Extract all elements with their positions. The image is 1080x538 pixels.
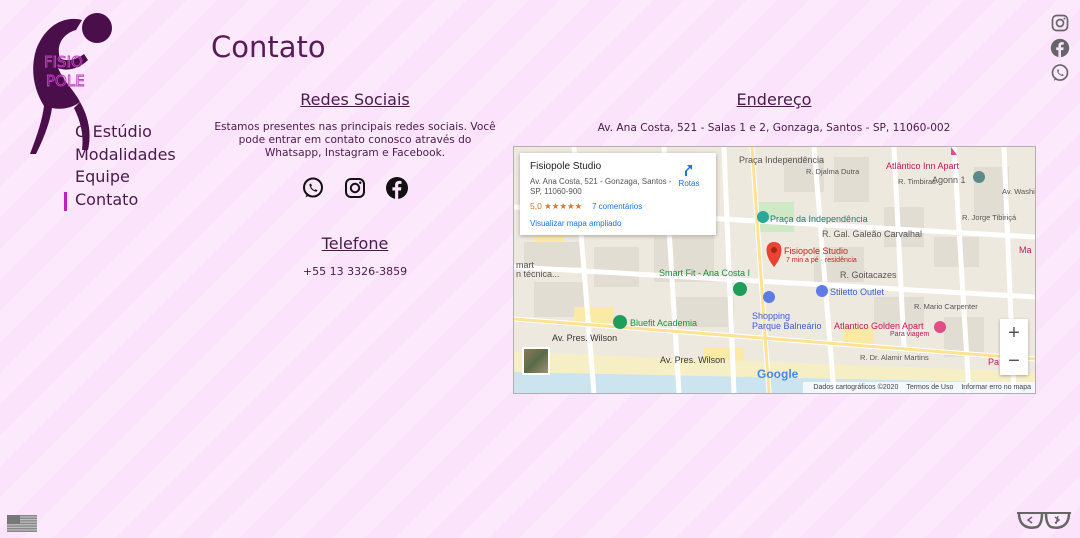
developer-glasses-icon[interactable] [1015, 509, 1073, 533]
map-label: R. Dr. Alamir Martins [860, 353, 929, 362]
page-title: Contato [211, 30, 326, 64]
directions-icon [685, 165, 692, 176]
place-address: Av. Ana Costa, 521 - Gonzaga, Santos - S… [530, 177, 672, 196]
routes-label: Rotas [678, 179, 700, 188]
corner-social-icons [1050, 13, 1070, 88]
map-terms-link[interactable]: Termos de Uso [906, 384, 953, 391]
svg-text:POLE: POLE [46, 72, 85, 90]
map-label: Ma [1019, 245, 1032, 255]
zoom-out-button[interactable]: − [1000, 347, 1028, 375]
place-rating: 5,0 ★★★★★ [530, 201, 583, 211]
map-label: Praça da Independência [770, 214, 868, 224]
satellite-toggle[interactable] [522, 347, 550, 375]
map-label: Para viagem [890, 331, 930, 338]
map-label: Atlantico Golden Apart [834, 321, 924, 331]
map-label: Praça Independência [739, 155, 825, 165]
map-label: Smart Fit - Ana Costa I [659, 268, 751, 278]
map-label: n técnica... [516, 269, 560, 279]
map-label: Bluefit Academia [630, 318, 698, 328]
whatsapp-icon[interactable] [301, 176, 325, 200]
social-description: Estamos presentes nas principais redes s… [214, 121, 496, 159]
social-section: Redes Sociais Estamos presentes nas prin… [210, 90, 500, 278]
map-label: R. Gal. Galeão Carvalhal [822, 229, 923, 239]
nav-item-modalidades[interactable]: Modalidades [64, 144, 176, 167]
address-title: Endereço [736, 90, 812, 109]
place-reviews-link[interactable]: 7 comentários [592, 202, 642, 211]
map-label: Atlântico Inn Apart [886, 161, 960, 171]
facebook-icon[interactable] [1050, 38, 1070, 58]
map-label: R. Goitacazes [840, 270, 897, 280]
map-report-link[interactable]: Informar erro no mapa [961, 384, 1031, 391]
routes-button[interactable]: Rotas [674, 163, 704, 188]
map-label: Fisiopole Studio [784, 246, 849, 256]
map-label: Shopping [752, 311, 791, 321]
us-flag-icon[interactable] [7, 515, 37, 532]
instagram-icon[interactable] [343, 176, 367, 200]
google-wordmark: Google [757, 367, 799, 381]
google-logo: Google [757, 367, 798, 381]
map-label: Av. Pres. Wilson [660, 355, 726, 365]
map-label: R. Timbiras [898, 177, 936, 186]
embedded-map[interactable]: Praça Independência Atlântico Inn Apart … [513, 146, 1036, 394]
map-label: 7 min a pé · residência [786, 257, 857, 264]
social-title: Redes Sociais [300, 90, 410, 109]
svg-text:FISIO: FISIO [44, 53, 83, 71]
phone-number[interactable]: +55 13 3326-3859 [210, 265, 500, 278]
social-icons [210, 176, 500, 200]
map-label: Stiletto Outlet [830, 287, 885, 297]
facebook-icon[interactable] [385, 176, 409, 200]
place-name: Fisiopole Studio [530, 161, 602, 172]
phone-title: Telefone [321, 234, 389, 253]
map-label: Av. Washington Luiz [1002, 187, 1035, 196]
nav-item-contato[interactable]: Contato [64, 189, 176, 212]
nav-item-estudio[interactable]: O Estúdio [64, 121, 176, 144]
zoom-in-button[interactable]: + [1000, 319, 1028, 347]
place-info-card: Fisiopole Studio Av. Ana Costa, 521 - Go… [520, 153, 716, 235]
nav-item-equipe[interactable]: Equipe [64, 166, 176, 189]
map-attribution: Dados cartográficos ©2020 Termos de Uso … [803, 382, 1035, 393]
whatsapp-icon[interactable] [1050, 63, 1070, 83]
instagram-icon[interactable] [1050, 13, 1070, 33]
map-label: Agonn 1 [932, 175, 966, 185]
enlarge-map-link[interactable]: Visualizar mapa ampliado [530, 219, 621, 228]
map-label: Av. Pres. Wilson [552, 333, 618, 343]
map-label: Pa [988, 357, 1000, 367]
zoom-controls: + − [1000, 319, 1028, 375]
map-label: R. Mario Carpenter [914, 302, 978, 311]
main-nav: O Estúdio Modalidades Equipe Contato [64, 121, 176, 211]
map-label: R. Djalma Dutra [806, 167, 860, 176]
address-text: Av. Ana Costa, 521 - Salas 1 e 2, Gonzag… [597, 122, 951, 134]
map-label: R. Jorge Tibiriçá [962, 213, 1017, 222]
address-section: Endereço Av. Ana Costa, 521 - Salas 1 e … [513, 90, 1036, 394]
map-data-credit: Dados cartográficos ©2020 [813, 384, 899, 391]
map-label: Parque Balneário [752, 321, 822, 331]
